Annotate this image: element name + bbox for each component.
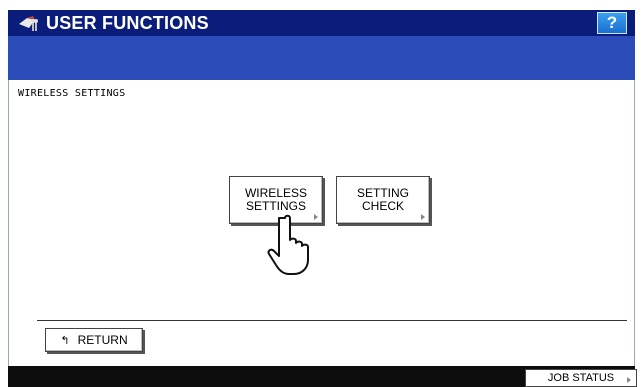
help-button[interactable]: ? (597, 12, 627, 34)
job-status-label: JOB STATUS (547, 372, 615, 384)
message-strip (8, 36, 635, 80)
return-label: RETURN (77, 333, 128, 347)
page-heading: WIRELESS SETTINGS (18, 88, 126, 99)
page-title: USER FUNCTIONS (46, 12, 209, 33)
wireless-settings-label: WIRELESS SETTINGS (244, 186, 307, 213)
content-area: WIRELESS SETTINGS WIRELESS SETTINGS SETT… (8, 80, 635, 366)
submenu-arrow-icon (421, 214, 425, 220)
submenu-arrow-icon (627, 377, 631, 383)
screen-frame: USER FUNCTIONS ? WIRELESS SETTINGS WIREL… (0, 0, 641, 387)
title-bar: USER FUNCTIONS ? (8, 10, 635, 36)
setting-check-button[interactable]: SETTING CHECK (336, 176, 430, 224)
return-button[interactable]: ↰ RETURN (45, 328, 143, 352)
job-status-button[interactable]: JOB STATUS (525, 369, 637, 387)
status-bar: JOB STATUS (8, 366, 637, 387)
setting-check-label: SETTING CHECK (356, 186, 409, 213)
user-functions-icon (14, 10, 44, 36)
divider (37, 320, 627, 321)
return-arrow-icon: ↰ (60, 334, 70, 347)
pointing-hand-icon (267, 214, 309, 275)
